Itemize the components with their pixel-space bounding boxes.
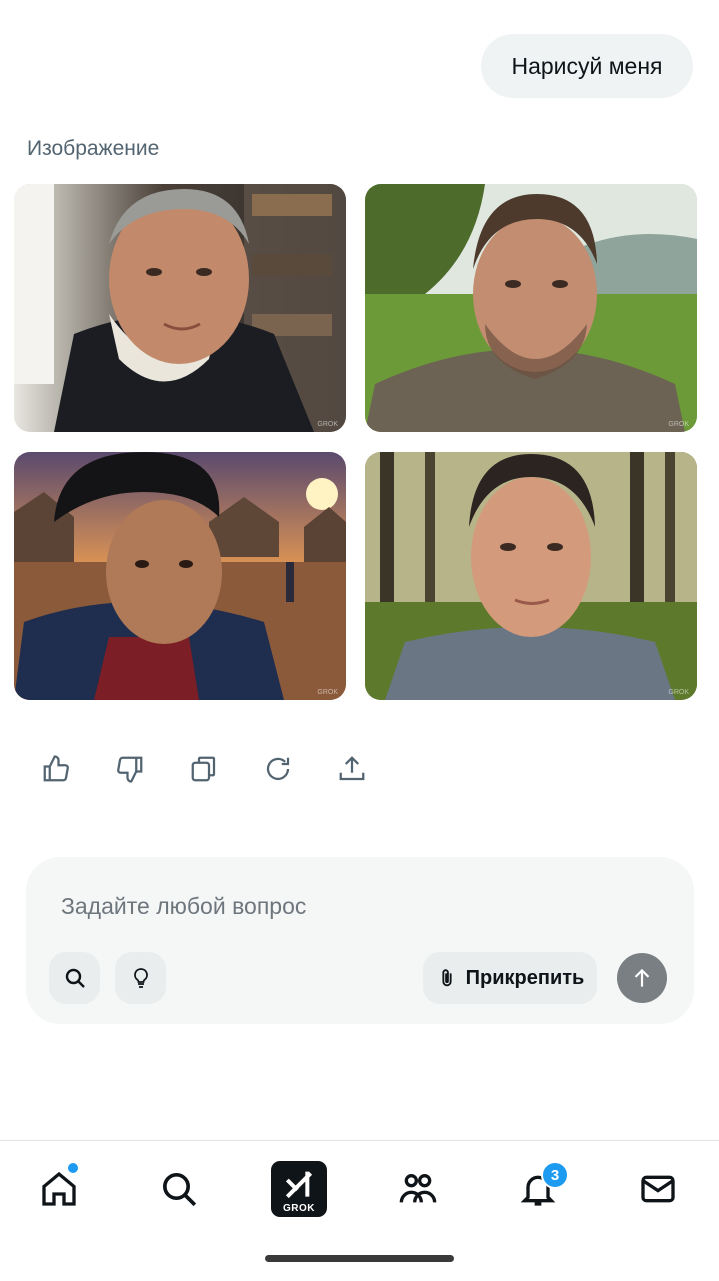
share-icon (339, 756, 365, 781)
user-message-text: Нарисуй меня (511, 52, 663, 79)
think-button[interactable] (115, 952, 166, 1004)
grok-label: GROK (283, 1202, 315, 1214)
communities-icon (399, 1174, 437, 1203)
message-composer: Прикрепить (26, 857, 694, 1024)
deepsearch-button[interactable] (49, 952, 100, 1004)
nav-communities[interactable] (390, 1161, 446, 1217)
like-button[interactable] (40, 752, 72, 786)
send-button[interactable] (617, 953, 667, 1003)
regenerate-icon (266, 757, 290, 781)
generated-image-3[interactable]: GROK (14, 452, 346, 700)
envelope-icon (641, 1175, 675, 1203)
regenerate-button[interactable] (262, 752, 294, 786)
nav-grok[interactable]: GROK (271, 1161, 327, 1217)
home-icon (42, 1171, 76, 1206)
search-icon (65, 968, 85, 988)
response-actions (40, 752, 368, 786)
watermark: GROK (317, 689, 338, 696)
nav-messages[interactable] (630, 1161, 686, 1217)
grok-icon: GROK (271, 1161, 327, 1217)
generated-image-4[interactable]: GROK (365, 452, 697, 700)
paperclip-icon (442, 969, 452, 987)
home-notification-dot (66, 1161, 80, 1175)
nav-search[interactable] (151, 1161, 207, 1217)
watermark: GROK (317, 421, 338, 428)
copy-icon (191, 756, 216, 782)
share-button[interactable] (336, 752, 368, 786)
image-section-label: Изображение (27, 137, 160, 160)
dislike-button[interactable] (114, 752, 146, 786)
message-input[interactable] (61, 889, 621, 923)
search-icon (163, 1173, 197, 1207)
arrow-up-icon (634, 968, 650, 987)
nav-home[interactable] (31, 1161, 87, 1217)
home-indicator (265, 1255, 454, 1262)
lightbulb-icon (133, 968, 148, 988)
attach-label: Прикрепить (465, 966, 585, 989)
grok-mark-icon (285, 1171, 313, 1198)
generated-image-2[interactable]: GROK (365, 184, 697, 432)
thumbs-up-icon (43, 755, 69, 782)
watermark: GROK (668, 689, 689, 696)
attach-button[interactable]: Прикрепить (423, 952, 597, 1004)
watermark: GROK (668, 421, 689, 428)
copy-button[interactable] (188, 752, 220, 786)
user-message-bubble: Нарисуй меня (481, 34, 693, 98)
generated-image-1[interactable]: GROK (14, 184, 346, 432)
notification-count-badge: 3 (541, 1161, 569, 1189)
thumbs-down-icon (117, 756, 143, 783)
nav-notifications[interactable]: 3 (510, 1161, 569, 1217)
